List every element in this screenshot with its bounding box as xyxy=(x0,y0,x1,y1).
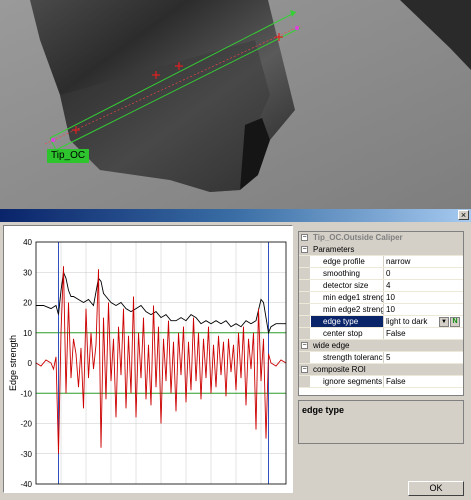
grid-property-row[interactable]: edge type light to dark ▼ N xyxy=(299,316,463,328)
y-tick-label: 10 xyxy=(23,329,32,338)
edge-strength-chart: 40 30 20 10 0 -10 -20 -30 -40 Edge strength xyxy=(3,225,293,493)
close-button[interactable]: × xyxy=(458,210,469,220)
y-tick-label: -30 xyxy=(20,450,32,459)
grid-property-row[interactable]: edge profile narrow xyxy=(299,256,463,268)
collapse-icon[interactable]: − xyxy=(301,366,308,373)
y-tick-label: 0 xyxy=(28,359,33,368)
camera-scene xyxy=(0,0,471,209)
grid-category-row[interactable]: − Parameters xyxy=(299,244,463,256)
description-panel: edge type xyxy=(298,400,464,444)
collapse-icon[interactable]: − xyxy=(301,342,308,349)
grid-category-row[interactable]: − wide edge xyxy=(299,340,463,352)
roi-label[interactable]: Tip_OC xyxy=(47,149,90,163)
n-button[interactable]: N xyxy=(450,317,460,327)
grid-property-row[interactable]: detector size 4 xyxy=(299,280,463,292)
grid-property-row[interactable]: ignore segments False xyxy=(299,376,463,388)
grid-header-label: Tip_OC.Outside Caliper xyxy=(313,233,403,242)
y-tick-label: -20 xyxy=(20,420,32,429)
roi-handle-icon[interactable] xyxy=(51,138,55,142)
chart-gridlines xyxy=(36,241,286,485)
y-tick-label: -10 xyxy=(20,389,32,398)
grid-property-row[interactable]: strength tolerance 5 xyxy=(299,352,463,364)
property-grid[interactable]: − Tip_OC.Outside Caliper − Parameters edge… xyxy=(298,231,464,396)
grid-category-row[interactable]: − composite ROI xyxy=(299,364,463,376)
grid-property-row[interactable]: min edge1 strength10 xyxy=(299,292,463,304)
y-tick-label: -40 xyxy=(20,480,32,489)
dropdown-arrow-icon[interactable]: ▼ xyxy=(439,317,449,327)
grid-property-row[interactable]: smoothing 0 xyxy=(299,268,463,280)
collapse-icon[interactable]: − xyxy=(301,246,308,253)
y-axis-label: Edge strength xyxy=(8,335,18,391)
ok-button[interactable]: OK xyxy=(408,481,464,496)
grid-property-row[interactable]: center stop False xyxy=(299,328,463,340)
y-tick-label: 20 xyxy=(23,299,32,308)
y-tick-label: 40 xyxy=(23,238,32,247)
grid-property-row[interactable]: min edge2 strength10 xyxy=(299,304,463,316)
roi-handle-icon[interactable] xyxy=(295,26,299,30)
dialog-titlebar[interactable]: × xyxy=(0,209,471,222)
chart-svg: 40 30 20 10 0 -10 -20 -30 -40 Edge strength xyxy=(8,238,287,489)
y-tick-label: 30 xyxy=(23,268,32,277)
collapse-icon[interactable]: − xyxy=(301,234,308,241)
close-icon: × xyxy=(460,210,467,220)
property-grid-header: − Tip_OC.Outside Caliper xyxy=(299,232,463,244)
chart-y-ticks: 40 30 20 10 0 -10 -20 -30 -40 xyxy=(20,238,32,489)
description-title: edge type xyxy=(302,405,345,415)
camera-image-view[interactable]: Tip_OC xyxy=(0,0,471,209)
